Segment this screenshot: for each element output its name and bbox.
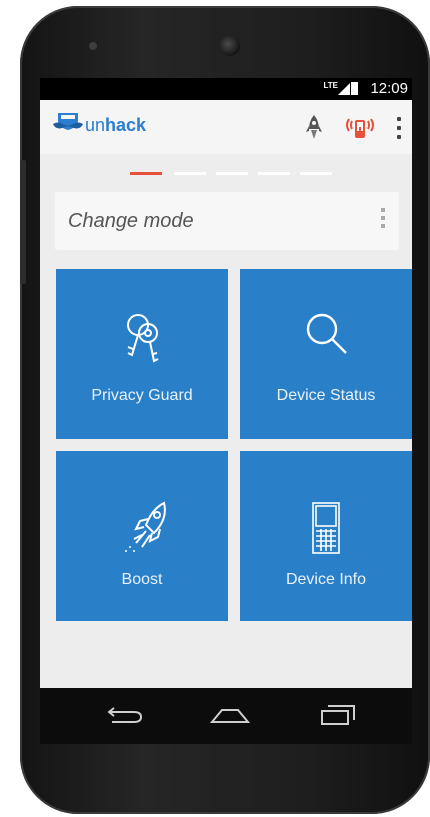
tile-boost[interactable]: Boost bbox=[56, 451, 228, 621]
tile-label: Device Status bbox=[276, 387, 376, 404]
page-dot-1 bbox=[130, 172, 162, 175]
tile-privacy-guard[interactable]: Privacy Guard bbox=[56, 269, 228, 439]
app-brand: unhack bbox=[85, 115, 147, 135]
status-time: 12:09 bbox=[370, 80, 408, 97]
front-camera bbox=[220, 36, 240, 56]
tile-label: Boost bbox=[121, 571, 163, 588]
change-mode-bar[interactable]: Change mode bbox=[55, 192, 399, 250]
keys-icon bbox=[127, 314, 159, 363]
recents-icon[interactable] bbox=[320, 704, 356, 726]
page-dot-5 bbox=[300, 172, 332, 175]
alarm-device-icon[interactable] bbox=[342, 111, 378, 143]
proximity-sensor bbox=[89, 42, 97, 50]
phone-device-icon bbox=[312, 502, 340, 554]
mode-menu-icon[interactable] bbox=[381, 208, 386, 232]
app-bar: unhack bbox=[40, 100, 412, 154]
change-mode-label: Change mode bbox=[68, 210, 194, 232]
navigation-bar bbox=[40, 688, 412, 744]
tile-device-info[interactable]: Device Info bbox=[240, 451, 412, 621]
more-vert-icon[interactable] bbox=[396, 117, 402, 141]
screen: LTE 12:09 unhack Change mode Privacy Gua… bbox=[40, 78, 412, 688]
home-icon[interactable] bbox=[210, 704, 250, 726]
back-icon[interactable] bbox=[106, 704, 144, 726]
page-dot-3 bbox=[216, 172, 248, 175]
rocket-icon[interactable] bbox=[302, 113, 326, 141]
tile-device-status[interactable]: Device Status bbox=[240, 269, 412, 439]
mustache-shield-logo-icon bbox=[53, 113, 83, 130]
network-type: LTE bbox=[323, 81, 338, 90]
tile-label: Device Info bbox=[285, 571, 367, 588]
battery-icon bbox=[351, 82, 358, 95]
rocket-icon bbox=[125, 501, 166, 552]
tile-label: Privacy Guard bbox=[91, 387, 193, 404]
status-bar: LTE 12:09 bbox=[40, 78, 412, 100]
volume-button bbox=[20, 160, 26, 284]
page-dot-2 bbox=[174, 172, 206, 175]
search-icon bbox=[306, 313, 347, 354]
signal-icon bbox=[338, 83, 350, 95]
page-dot-4 bbox=[258, 172, 290, 175]
